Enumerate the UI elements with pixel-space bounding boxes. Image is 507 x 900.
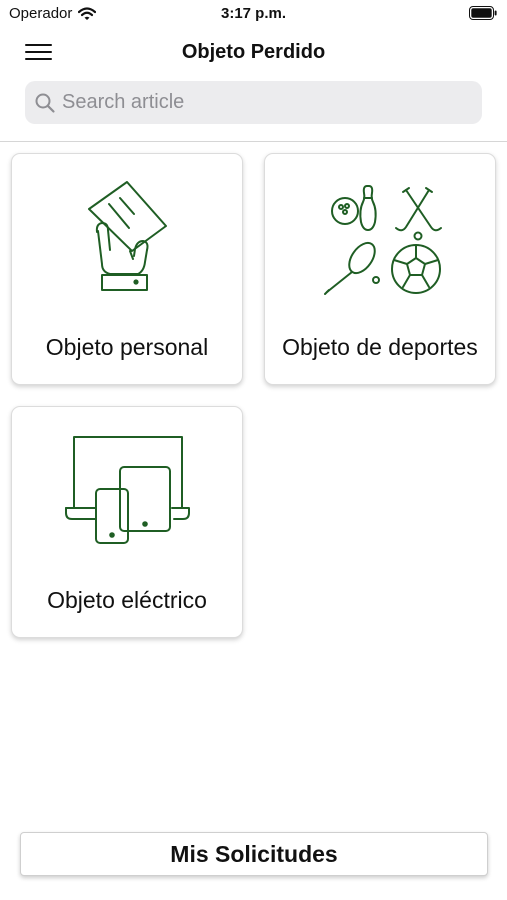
sports-equipment-icon xyxy=(324,185,442,295)
battery-icon xyxy=(469,6,497,20)
search-input[interactable] xyxy=(62,91,462,114)
my-requests-button[interactable]: Mis Solicitudes xyxy=(20,832,488,876)
nav-bar: Objeto Perdido xyxy=(0,30,507,74)
page-title: Objeto Perdido xyxy=(181,41,326,63)
category-card-electric[interactable]: Objeto eléctrico xyxy=(11,406,243,638)
status-time: 3:17 p.m. xyxy=(220,5,287,22)
hand-holding-card-icon xyxy=(88,181,167,291)
electronic-devices-icon xyxy=(65,436,190,544)
search-bar[interactable] xyxy=(25,81,482,124)
category-card-sports[interactable]: Objeto de deportes xyxy=(264,153,496,385)
divider xyxy=(0,141,507,142)
category-label: Objeto personal xyxy=(45,334,209,360)
search-icon xyxy=(35,93,55,113)
category-card-personal[interactable]: Objeto personal xyxy=(11,153,243,385)
category-label: Objeto eléctrico xyxy=(47,587,207,613)
status-bar: Operador 3:17 p.m. xyxy=(0,0,507,28)
category-label: Objeto de deportes xyxy=(282,334,478,360)
